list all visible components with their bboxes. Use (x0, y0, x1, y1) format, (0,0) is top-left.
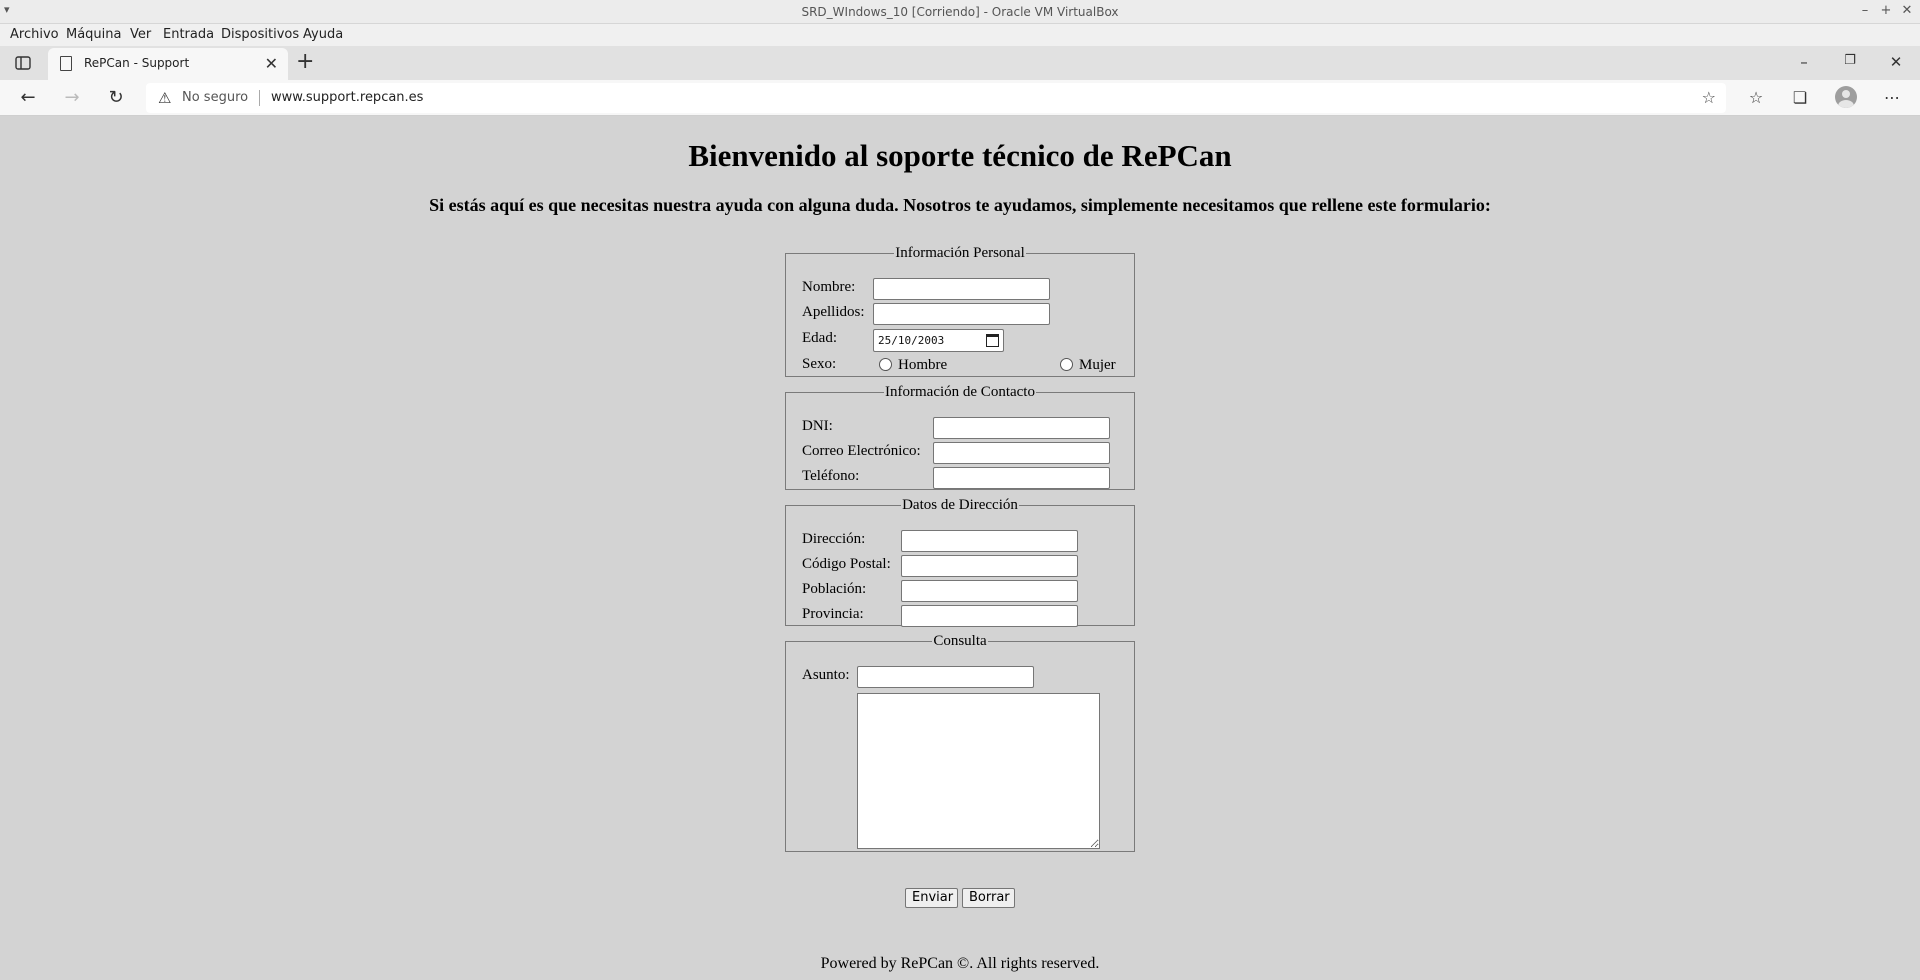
collections-icon[interactable]: ❏ (1788, 86, 1812, 110)
menu-maquina[interactable]: Máquina (66, 27, 122, 42)
phone-input[interactable] (933, 467, 1110, 489)
tab-actions-icon[interactable] (12, 53, 34, 73)
refresh-icon[interactable]: ↻ (104, 86, 128, 110)
address-separator (259, 90, 260, 106)
nombre-label: Nombre: (802, 279, 856, 295)
url-text[interactable]: www.support.repcan.es (271, 90, 423, 105)
profile-avatar[interactable] (1835, 86, 1857, 108)
menu-ayuda[interactable]: Ayuda (303, 27, 343, 42)
codigo-postal-label: Código Postal: (802, 556, 891, 572)
browser-toolbar: ← → ↻ ⚠ No seguro www.support.repcan.es … (0, 80, 1920, 116)
tab-title: RePCan - Support (84, 56, 190, 70)
edad-value: 25/10/2003 (878, 334, 945, 347)
provincia-input[interactable] (901, 605, 1078, 627)
vm-window-title: SRD_WIndows_10 [Corriendo] - Oracle VM V… (801, 5, 1119, 19)
send-button[interactable]: Enviar (905, 888, 958, 908)
intro-text: Si estás aquí es que necesitas nuestra a… (429, 195, 1491, 215)
footer-text: Powered by RePCan ©. All rights reserved… (820, 955, 1100, 972)
page-content: Bienvenido al soporte técnico de RePCan … (0, 117, 1920, 980)
security-label[interactable]: No seguro (182, 90, 248, 105)
back-icon[interactable]: ← (16, 86, 40, 110)
new-tab-icon[interactable]: + (296, 51, 314, 73)
address-bar[interactable]: ⚠ No seguro www.support.repcan.es ☆ (146, 83, 1726, 113)
browser-minimize-icon[interactable]: – (1794, 53, 1814, 71)
direccion-label: Dirección: (802, 531, 866, 547)
contact-info-fieldset: Información de Contacto DNI: Correo Elec… (785, 385, 1135, 490)
edad-date-input[interactable]: 25/10/2003 (873, 329, 1004, 352)
email-label: Correo Electrónico: (802, 443, 921, 459)
poblacion-label: Población: (802, 581, 867, 597)
vm-minimize-icon[interactable]: – (1856, 3, 1874, 18)
mujer-radio[interactable] (1060, 358, 1073, 371)
hombre-label: Hombre (898, 357, 948, 373)
address-legend: Datos de Dirección (902, 497, 1018, 513)
personal-info-fieldset: Información Personal Nombre: Apellidos: … (785, 246, 1135, 377)
menu-dispositivos[interactable]: Dispositivos (221, 27, 299, 42)
vm-maximize-icon[interactable]: + (1877, 3, 1895, 18)
favorites-icon[interactable]: ☆ (1744, 86, 1768, 110)
edad-label: Edad: (802, 330, 837, 346)
direccion-input[interactable] (901, 530, 1078, 552)
poblacion-input[interactable] (901, 580, 1078, 602)
nombre-input[interactable] (873, 278, 1050, 300)
query-legend: Consulta (933, 633, 987, 649)
asunto-label: Asunto: (802, 667, 850, 683)
query-fieldset: Consulta Asunto: (785, 634, 1135, 852)
forward-icon[interactable]: → (60, 86, 84, 110)
mujer-label: Mujer (1079, 357, 1116, 373)
page-icon (60, 56, 72, 71)
add-favorite-icon[interactable]: ☆ (1702, 88, 1716, 107)
codigo-postal-input[interactable] (901, 555, 1078, 577)
dni-label: DNI: (802, 418, 833, 434)
more-menu-icon[interactable]: ⋯ (1880, 86, 1904, 110)
warning-icon[interactable]: ⚠ (158, 89, 171, 107)
menu-ver[interactable]: Ver (130, 27, 151, 42)
calendar-icon[interactable] (986, 334, 999, 347)
phone-label: Teléfono: (802, 468, 860, 484)
apellidos-input[interactable] (873, 303, 1050, 325)
clear-button[interactable]: Borrar (962, 888, 1015, 908)
apellidos-label: Apellidos: (802, 304, 865, 320)
asunto-input[interactable] (857, 666, 1034, 688)
vm-close-icon[interactable]: ✕ (1898, 3, 1916, 18)
hombre-radio[interactable] (879, 358, 892, 371)
tab-strip: RePCan - Support ✕ + – ❐ ✕ (0, 46, 1920, 80)
address-fieldset: Datos de Dirección Dirección: Código Pos… (785, 497, 1135, 627)
page-title: Bienvenido al soporte técnico de RePCan (688, 138, 1232, 173)
email-input[interactable] (933, 442, 1110, 464)
provincia-label: Provincia: (802, 606, 864, 622)
contact-info-legend: Información de Contacto (885, 384, 1035, 400)
tab-close-icon[interactable]: ✕ (265, 54, 278, 73)
menu-archivo[interactable]: Archivo (10, 27, 59, 42)
vm-menu-bar: Archivo Máquina Ver Entrada Dispositivos… (0, 24, 1920, 46)
browser-close-icon[interactable]: ✕ (1886, 53, 1906, 71)
menu-entrada[interactable]: Entrada (163, 27, 214, 42)
personal-info-legend: Información Personal (895, 245, 1025, 261)
dni-input[interactable] (933, 417, 1110, 439)
vm-title-bar: ▾ SRD_WIndows_10 [Corriendo] - Oracle VM… (0, 0, 1920, 24)
browser-restore-icon[interactable]: ❐ (1840, 53, 1860, 68)
sexo-label: Sexo: (802, 356, 837, 372)
consulta-textarea[interactable] (857, 693, 1100, 849)
browser-tab[interactable]: RePCan - Support ✕ (48, 48, 288, 80)
